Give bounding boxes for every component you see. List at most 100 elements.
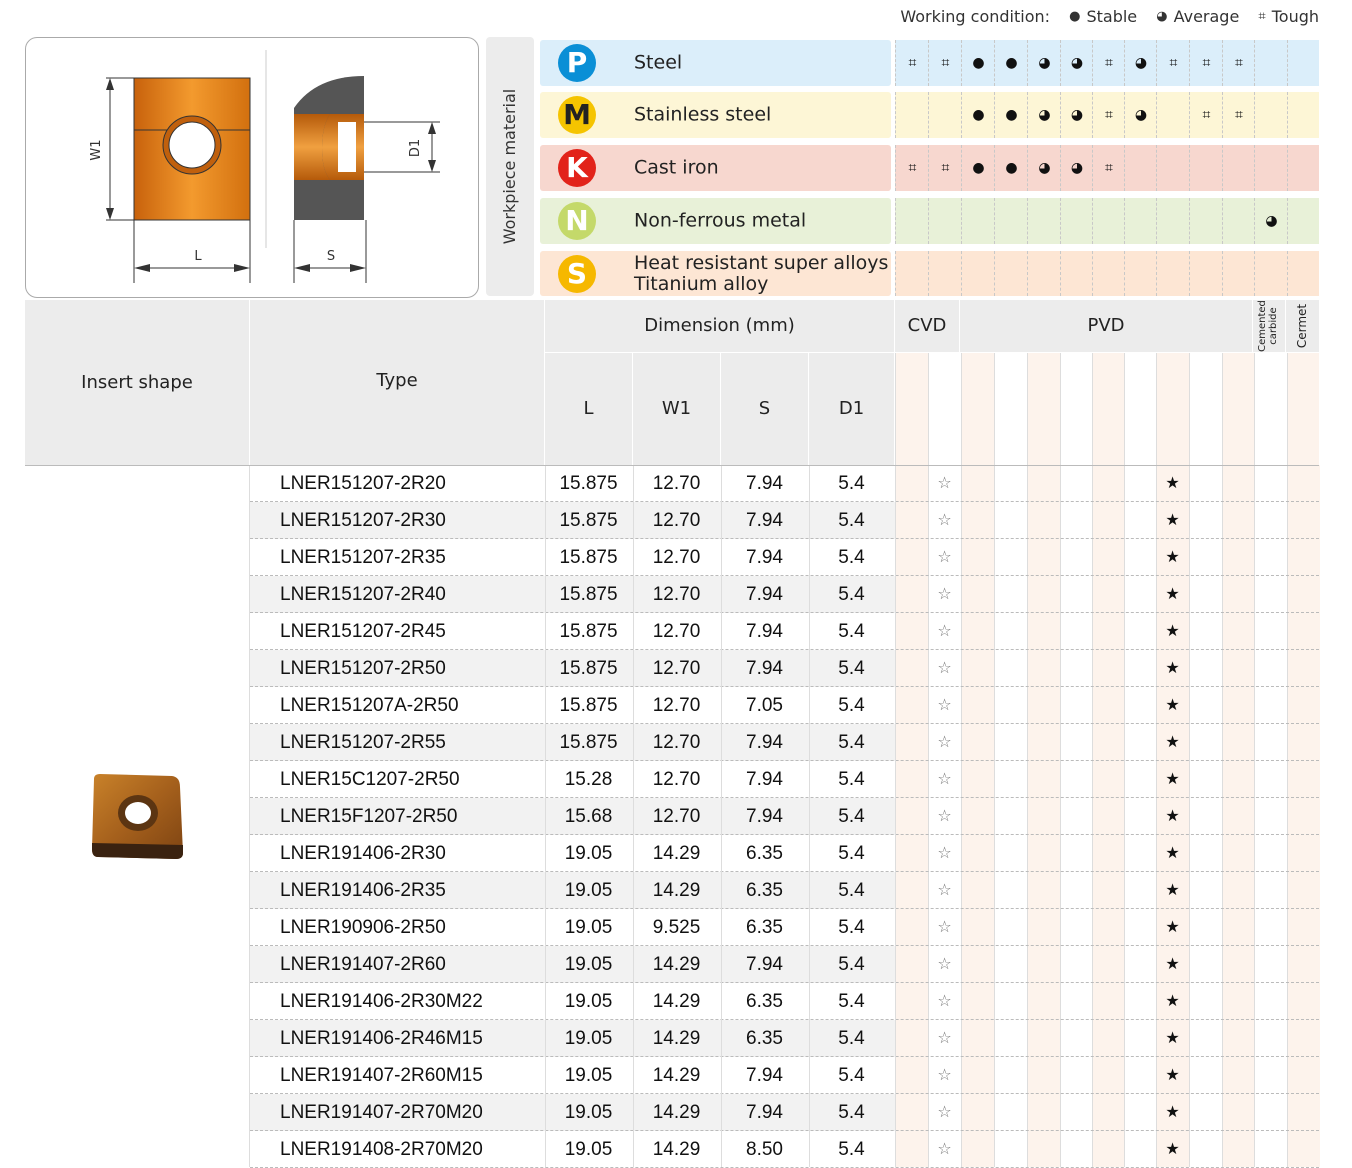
condition-mark [1156,145,1190,191]
workpiece-material-label: Workpiece material [500,88,519,245]
dim-s-cell: 6.35 [746,1028,783,1049]
type-cell: LNER151207-2R40 [280,584,446,605]
dim-w1-cell: 14.29 [652,1139,701,1160]
table-row: LNER151207A-2R50 15.875 12.70 7.05 5.4 ☆ ★ [25,687,1319,724]
table-row: LNER191407-2R60 19.05 14.29 7.94 5.4 ☆ ★ [25,946,1319,983]
condition-strip-n: ◕ [895,198,1319,244]
material-row-n: N Non-ferrous metal [540,198,891,244]
dim-d1-cell: 5.4 [838,1028,865,1049]
material-k-badge: K [558,149,596,187]
dim-l-label: L [583,398,594,419]
cvd-label: CVD [907,315,947,336]
condition-mark [1287,198,1320,244]
star-outline-icon: ☆ [937,549,952,566]
condition-strip-p: ⌗ ⌗ ● ● ◕ ◕ ⌗ ◕ ⌗ ⌗ ⌗ [895,40,1319,86]
condition-mark [1060,251,1093,296]
star-outline-icon: ☆ [937,586,952,603]
dim-w1-cell: 12.70 [652,695,701,716]
condition-mark [895,92,929,138]
type-cell: LNER15F1207-2R50 [280,806,458,827]
material-row-m: M Stainless steel [540,92,891,138]
grade-header-cell [1254,353,1287,465]
star-outline-icon: ☆ [937,697,952,714]
table-row: LNER191406-2R46M15 19.05 14.29 6.35 5.4 ☆ ★ [25,1020,1319,1057]
dim-l-cell: 19.05 [564,1028,613,1049]
condition-mark [1156,251,1190,296]
condition-mark: ⌗ [1189,92,1223,138]
star-outline-icon: ☆ [937,919,952,936]
star-filled-icon: ★ [1165,697,1180,714]
material-row-k: K Cast iron [540,145,891,191]
dim-s-cell: 7.94 [746,510,783,531]
material-n-badge: N [558,202,596,240]
dim-d1-cell: 5.4 [838,547,865,568]
type-cell: LNER151207-2R20 [280,473,446,494]
star-filled-icon: ★ [1165,623,1180,640]
dim-l-cell: 15.875 [559,547,618,568]
type-cell: LNER191406-2R46M15 [280,1028,483,1049]
star-outline-icon: ☆ [937,475,952,492]
condition-mark [1156,92,1190,138]
dim-d1-cell: 5.4 [838,658,865,679]
w1-label: W1 [89,139,104,160]
column-divider [721,465,722,1167]
table-header: Insert shape Type Dimension (mm) L W1 S … [25,300,1319,465]
condition-mark [1092,198,1125,244]
star-filled-icon: ★ [1165,1141,1180,1158]
dim-s-cell: 7.94 [746,621,783,642]
dim-w1-cell: 12.70 [652,658,701,679]
star-filled-icon: ★ [1165,586,1180,603]
condition-mark [1254,92,1288,138]
star-filled-icon: ★ [1165,845,1180,862]
dim-w1-cell: 14.29 [652,1065,701,1086]
grade-header-cell [1156,353,1189,465]
star-filled-icon: ★ [1165,660,1180,677]
dimension-header: Dimension (mm) [545,300,894,352]
dim-l-cell: 15.875 [559,621,618,642]
star-outline-icon: ☆ [937,771,952,788]
dim-w1-cell: 14.29 [652,880,701,901]
condition-mark: ⌗ [928,40,962,86]
grade-header-cell [928,353,961,465]
material-s-badge: S [558,254,596,293]
material-n-name: Non-ferrous metal [634,209,807,232]
dim-l-cell: 15.28 [564,769,613,790]
condition-mark [1254,145,1288,191]
table-row: LNER151207-2R20 15.875 12.70 7.94 5.4 ☆ ★ [25,465,1319,502]
insert-shape-label: Insert shape [81,372,193,393]
type-header: Type [250,300,544,465]
dim-s-label: S [758,398,771,419]
type-cell: LNER191407-2R60M15 [280,1065,483,1086]
star-outline-icon: ☆ [937,845,952,862]
table-row: LNER190906-2R50 19.05 9.525 6.35 5.4 ☆ ★ [25,909,1319,946]
dim-l-cell: 15.875 [559,695,618,716]
star-outline-icon: ☆ [937,882,952,899]
dim-d1-label: D1 [838,398,865,419]
dim-s-cell: 6.35 [746,917,783,938]
dim-d1-cell: 5.4 [838,843,865,864]
dim-d1-cell: 5.4 [838,806,865,827]
table-row: LNER151207-2R40 15.875 12.70 7.94 5.4 ☆ ★ [25,576,1319,613]
material-m-badge: M [558,96,596,134]
condition-mark: ⌗ [1222,92,1255,138]
condition-mark: ● [961,92,995,138]
condition-mark [1156,198,1190,244]
dim-l-cell: 15.875 [559,584,618,605]
condition-mark [1189,145,1223,191]
l-label: L [194,249,202,264]
condition-mark [895,198,929,244]
legend-average: Average [1173,7,1240,26]
grade-header-cell [895,353,928,465]
star-outline-icon: ☆ [937,993,952,1010]
condition-mark [1124,145,1157,191]
condition-strip-m: ● ● ◕ ◕ ⌗ ◕ ⌗ ⌗ [895,92,1319,138]
dim-l-cell: 19.05 [564,1139,613,1160]
condition-mark: ◕ [1124,40,1157,86]
dim-col-d1: D1 [809,353,894,465]
material-s-name: Heat resistant super alloys Titanium allo… [634,252,888,295]
insert-drawing-svg: W1 L D1 S [89,50,440,283]
condition-mark: ⌗ [1092,145,1125,191]
column-divider [249,465,250,1167]
table-row: LNER191406-2R30M22 19.05 14.29 6.35 5.4 ☆ ★ [25,983,1319,1020]
grade-header-cell [1027,353,1060,465]
